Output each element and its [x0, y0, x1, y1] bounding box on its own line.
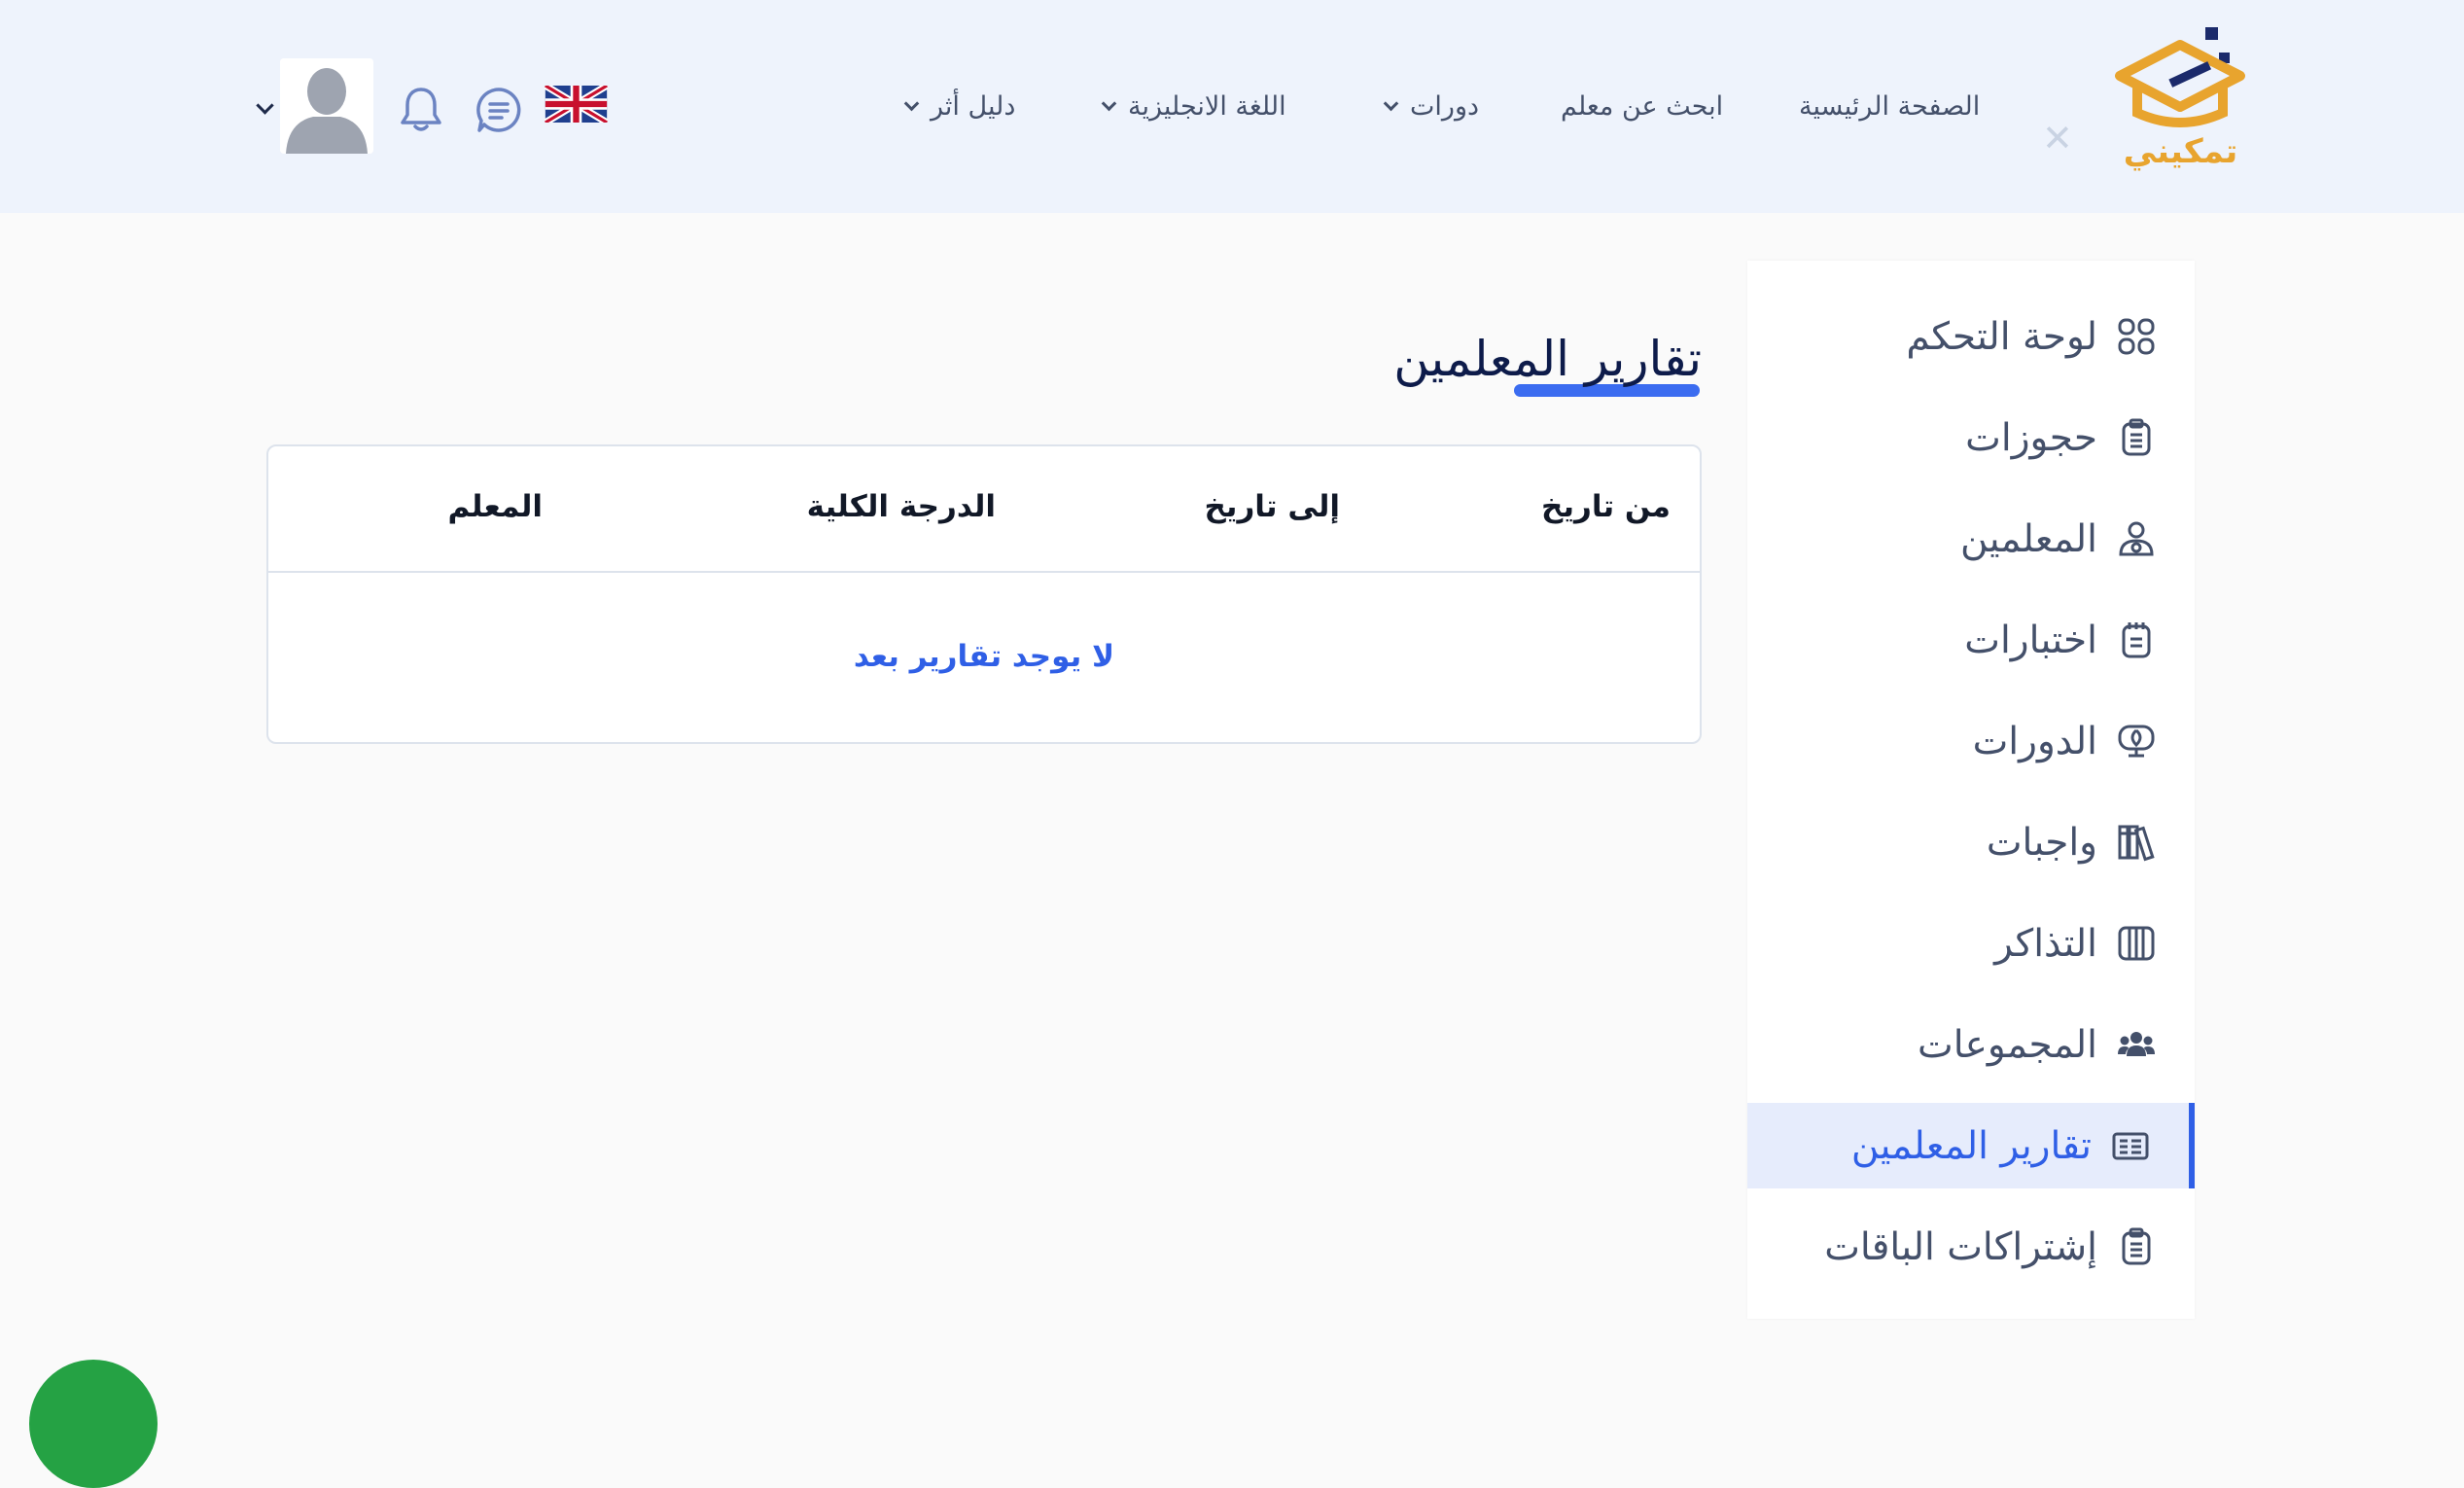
chevron-down-icon[interactable]: [256, 96, 274, 115]
nav-courses-dropdown[interactable]: دورات: [1383, 84, 1480, 128]
nav-find-teacher-label: ابحث عن معلم: [1561, 90, 1724, 122]
site-logo[interactable]: تمكيني: [2110, 27, 2251, 173]
chevron-down-icon: [1383, 95, 1399, 111]
empty-state-message: لا يوجد تقارير بعد: [853, 639, 1115, 674]
nav-home[interactable]: الصفحة الرئيسية: [1799, 84, 1980, 128]
column-header-total-grade: الدرجة الكلية: [806, 489, 996, 524]
sidebar-item-label: إشتراكات الباقات: [1824, 1224, 2097, 1269]
teacher-icon: [2119, 521, 2154, 556]
chevron-down-icon: [903, 95, 920, 111]
sidebar-item-label: تقارير المعلمين: [1850, 1123, 2092, 1168]
close-icon[interactable]: ✕: [2042, 117, 2073, 159]
sidebar-item-label: المجموعات: [1917, 1022, 2097, 1067]
users-icon: [2118, 1032, 2155, 1056]
sidebar-item-teacher-reports[interactable]: تقارير المعلمين: [1747, 1103, 2195, 1188]
ticket-book-icon: [2118, 926, 2155, 961]
nav-find-teacher[interactable]: ابحث عن معلم: [1561, 84, 1723, 128]
chevron-down-icon: [1101, 95, 1117, 111]
sidebar-item-bookings[interactable]: حجوزات: [1747, 395, 2195, 480]
sidebar: لوحة التحكم حجوزات المعلمين اختبارات الد…: [1747, 261, 2195, 1319]
column-header-to-date: إلى تاريخ: [1204, 489, 1340, 524]
nav-english-dropdown[interactable]: اللغة الانجليزية: [1101, 84, 1286, 128]
nav-english-label: اللغة الانجليزية: [1128, 90, 1286, 122]
clipboard-icon: [2122, 418, 2151, 456]
sidebar-item-assignments[interactable]: واجبات: [1747, 799, 2195, 885]
clipboard-icon: [2122, 1227, 2151, 1265]
sidebar-item-groups[interactable]: المجموعات: [1747, 1002, 2195, 1087]
sidebar-item-courses[interactable]: الدورات: [1747, 698, 2195, 784]
sidebar-item-label: اختبارات: [1964, 618, 2097, 662]
bell-icon[interactable]: [397, 84, 445, 134]
table-header-row: من تاريخ إلى تاريخ الدرجة الكلية المعلم: [268, 446, 1700, 573]
sidebar-item-label: حجوزات: [1965, 415, 2097, 460]
sidebar-item-teachers[interactable]: المعلمين: [1747, 496, 2195, 582]
nav-guide-label: دليل أثر: [931, 90, 1016, 122]
column-header-from-date: من تاريخ: [1541, 489, 1671, 524]
nav-courses-label: دورات: [1410, 90, 1480, 122]
sidebar-item-label: المعلمين: [1960, 516, 2097, 561]
uk-flag-icon[interactable]: [545, 86, 608, 123]
nav-guide-dropdown[interactable]: دليل أثر: [903, 84, 1016, 128]
notepad-icon: [2122, 622, 2151, 658]
chat-icon[interactable]: [475, 86, 523, 134]
top-header: تمكيني ✕ الصفحة الرئيسية ابحث عن معلم دو…: [0, 0, 2464, 213]
sidebar-item-label: لوحة التحكم: [1906, 314, 2097, 359]
monitor-icon: [2118, 725, 2155, 758]
nav-home-label: الصفحة الرئيسية: [1799, 90, 1981, 122]
sidebar-item-label: الدورات: [1972, 719, 2097, 763]
reports-table: من تاريخ إلى تاريخ الدرجة الكلية المعلم …: [266, 444, 1702, 744]
sidebar-item-dashboard[interactable]: لوحة التحكم: [1747, 294, 2195, 379]
report-icon: [2112, 1132, 2149, 1160]
user-avatar[interactable]: [280, 58, 373, 154]
grid-icon: [2118, 318, 2155, 355]
sidebar-item-exams[interactable]: اختبارات: [1747, 597, 2195, 683]
sidebar-item-tickets[interactable]: التذاكر: [1747, 901, 2195, 986]
user-silhouette-icon: [280, 58, 373, 154]
books-icon: [2118, 825, 2155, 862]
whatsapp-chat-button[interactable]: [29, 1360, 158, 1488]
sidebar-item-package-subscriptions[interactable]: إشتراكات الباقات: [1747, 1204, 2195, 1290]
column-header-teacher: المعلم: [447, 489, 543, 524]
logo-text: تمكيني: [2123, 132, 2238, 171]
sidebar-item-label: واجبات: [1986, 820, 2097, 865]
graduation-cap-icon: [2115, 27, 2245, 127]
page-title: تقارير المعلمين: [1393, 331, 1702, 387]
sidebar-item-label: التذاكر: [1994, 921, 2097, 966]
